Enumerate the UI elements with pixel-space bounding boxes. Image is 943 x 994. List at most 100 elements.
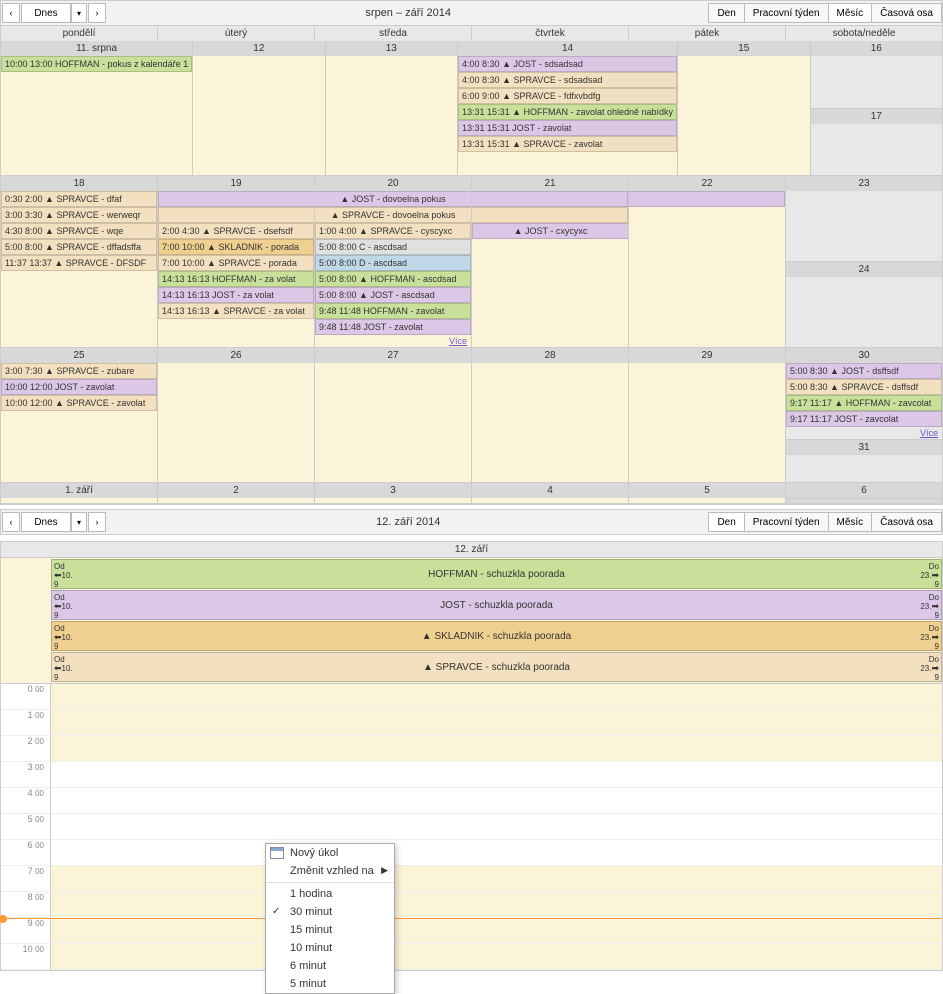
time-slot[interactable] xyxy=(51,814,942,840)
date-label[interactable]: 31 xyxy=(786,440,942,455)
day-view-workweek-button[interactable]: Pracovní týden xyxy=(744,512,829,532)
month-cell[interactable]: 5 xyxy=(629,483,786,504)
date-label[interactable]: 23 xyxy=(786,176,942,191)
calendar-event[interactable]: 14:13 16:13 HOFFMAN - za volat xyxy=(158,271,314,287)
day-today-dropdown[interactable]: ▾ xyxy=(71,512,87,532)
calendar-event[interactable]: 5:00 8:30 ▲ JOST - dsffsdf xyxy=(786,363,942,379)
month-cell[interactable]: 2 xyxy=(158,483,315,504)
view-timeline-button[interactable]: Časová osa xyxy=(871,3,942,23)
time-slot[interactable] xyxy=(51,918,942,944)
day-header-date[interactable]: 12. září xyxy=(1,541,942,558)
date-label[interactable] xyxy=(786,499,942,503)
more-link[interactable]: Více xyxy=(315,335,471,347)
month-cell[interactable]: 15 xyxy=(678,41,810,176)
month-cell[interactable]: 20▲ JOST - dovoelna pokus▲ SPRAVCE - dov… xyxy=(315,176,472,348)
calendar-event[interactable]: 11:37 13:37 ▲ SPRAVCE - DFSDF xyxy=(1,255,157,271)
calendar-event-span[interactable] xyxy=(472,207,628,223)
date-label[interactable]: 21 xyxy=(472,176,628,191)
date-label[interactable]: 28 xyxy=(472,348,628,363)
view-workweek-button[interactable]: Pracovní týden xyxy=(744,3,829,23)
date-label[interactable]: 11. srpna xyxy=(1,41,192,56)
calendar-event[interactable]: 10:00 12:00 JOST - zavolat xyxy=(1,379,157,395)
month-cell[interactable]: 23 24 xyxy=(786,176,942,348)
calendar-event[interactable]: 9:48 11:48 HOFFMAN - zavolat xyxy=(315,303,471,319)
date-label[interactable]: 27 xyxy=(315,348,471,363)
month-cell[interactable]: 6 xyxy=(786,483,942,504)
time-grid[interactable]: 0 001 002 003 004 005 006 007 008 009 00… xyxy=(1,684,942,970)
date-label[interactable]: 15 xyxy=(678,41,809,56)
calendar-event[interactable]: 4:00 8:30 ▲ JOST - sdsadsad xyxy=(458,56,677,72)
calendar-event[interactable]: 5:00 8:00 ▲ HOFFMAN - ascdsad xyxy=(315,271,471,287)
calendar-event[interactable]: 13:31 15:31 JOST - zavolat xyxy=(458,120,677,136)
calendar-event[interactable]: 2:00 4:30 ▲ SPRAVCE - dsefsdf xyxy=(158,223,314,239)
date-label[interactable]: 24 xyxy=(786,262,942,277)
month-cell[interactable]: 305:00 8:30 ▲ JOST - dsffsdf5:00 8:30 ▲ … xyxy=(786,348,942,483)
date-label[interactable]: 26 xyxy=(158,348,314,363)
calendar-event[interactable]: 5:00 8:00 D - ascdsad xyxy=(315,255,471,271)
date-label[interactable]: 13 xyxy=(326,41,457,56)
today-dropdown[interactable]: ▾ xyxy=(71,3,87,23)
today-button[interactable]: Dnes xyxy=(21,3,71,23)
calendar-event[interactable]: 10:00 13:00 HOFFMAN - pokus z kalendáře … xyxy=(1,56,192,72)
time-slot[interactable] xyxy=(51,892,942,918)
month-cell[interactable]: 144:00 8:30 ▲ JOST - sdsadsad4:00 8:30 ▲… xyxy=(458,41,678,176)
calendar-event[interactable]: 14:13 16:13 JOST - za volat xyxy=(158,287,314,303)
day-prev-button[interactable]: ‹ xyxy=(2,512,20,532)
allday-event[interactable]: Od⬅10.9▲ SPRAVCE - schuzkla pooradaDo23.… xyxy=(51,652,942,682)
context-menu[interactable]: Nový úkol Změnit vzhled na ▶ 1 hodina✓30… xyxy=(265,843,395,994)
ctx-interval-option[interactable]: 10 minut xyxy=(266,939,394,957)
date-label[interactable]: 18 xyxy=(1,176,157,191)
date-label[interactable]: 22 xyxy=(629,176,785,191)
calendar-event[interactable]: 7:00 10:00 ▲ SKLADNIK - porada xyxy=(158,239,314,255)
day-view-month-button[interactable]: Měsíc xyxy=(828,512,873,532)
calendar-event[interactable]: 3:00 3:30 ▲ SPRAVCE - werweqr xyxy=(1,207,157,223)
allday-event[interactable]: Od⬅10.9▲ SKLADNIK - schuzkla pooradaDo23… xyxy=(51,621,942,651)
calendar-event-span[interactable] xyxy=(472,191,628,207)
calendar-event[interactable]: 4:00 8:30 ▲ SPRAVCE - sdsadsad xyxy=(458,72,677,88)
date-label[interactable]: 17 xyxy=(811,109,942,124)
ctx-change-view[interactable]: Změnit vzhled na ▶ xyxy=(266,862,394,880)
calendar-event[interactable]: 13:31 15:31 ▲ SPRAVCE - zavolat xyxy=(458,136,677,152)
date-label[interactable]: 4 xyxy=(472,483,628,498)
calendar-event[interactable]: 10:00 12:00 ▲ SPRAVCE - zavolat xyxy=(1,395,157,411)
month-cell[interactable]: 12 xyxy=(193,41,325,176)
calendar-event[interactable]: 5:00 8:00 ▲ SPRAVCE - dffadsffa xyxy=(1,239,157,255)
time-slot[interactable] xyxy=(51,684,942,710)
date-label[interactable]: 2 xyxy=(158,483,314,498)
calendar-event-span[interactable]: ▲ JOST - dovoelna pokus xyxy=(315,191,471,207)
ctx-interval-option[interactable]: 6 minut xyxy=(266,957,394,975)
calendar-event[interactable]: 1:00 4:00 ▲ SPRAVCE - cyscyxc xyxy=(315,223,471,239)
month-cell[interactable]: 4 xyxy=(472,483,629,504)
calendar-event[interactable]: 9:17 11:17 JOST - zavcolat xyxy=(786,411,942,427)
month-cell[interactable]: 21 ▲ JOST - cxycyxc xyxy=(472,176,629,348)
calendar-event[interactable]: 9:17 11:17 ▲ HOFFMAN - zavcolat xyxy=(786,395,942,411)
date-label[interactable]: 30 xyxy=(786,348,942,363)
day-today-button[interactable]: Dnes xyxy=(21,512,71,532)
date-label[interactable]: 1. září xyxy=(1,483,157,498)
day-next-button[interactable]: › xyxy=(88,512,106,532)
month-cell[interactable]: 19 2:00 4:30 ▲ SPRAVCE - dsefsdf7:00 10:… xyxy=(158,176,315,348)
date-label[interactable]: 29 xyxy=(629,348,785,363)
time-slot[interactable] xyxy=(51,840,942,866)
date-label[interactable]: 25 xyxy=(1,348,157,363)
view-month-button[interactable]: Měsíc xyxy=(828,3,873,23)
month-cell[interactable]: 29 xyxy=(629,348,786,483)
month-cell[interactable]: 1617 xyxy=(811,41,942,176)
calendar-event-span[interactable] xyxy=(158,207,314,223)
date-label[interactable]: 5 xyxy=(629,483,785,498)
ctx-interval-option[interactable]: 5 minut xyxy=(266,975,394,993)
calendar-event[interactable]: 0:30 2:00 ▲ SPRAVCE - dfaf xyxy=(1,191,157,207)
time-slot[interactable] xyxy=(51,710,942,736)
calendar-event[interactable]: 6:00 9:00 ▲ SPRAVCE - fdfxvbdfg xyxy=(458,88,677,104)
month-cell[interactable]: 27 xyxy=(315,348,472,483)
allday-event[interactable]: Od⬅10.9JOST - schuzkla pooradaDo23.➡9 xyxy=(51,590,942,620)
calendar-event[interactable]: 9:48 11:48 JOST - zavolat xyxy=(315,319,471,335)
calendar-event-span[interactable] xyxy=(629,191,785,207)
month-cell[interactable]: 13 xyxy=(326,41,458,176)
next-button[interactable]: › xyxy=(88,3,106,23)
month-cell[interactable]: 11. srpna10:00 13:00 HOFFMAN - pokus z k… xyxy=(1,41,193,176)
calendar-event[interactable]: 14:13 16:13 ▲ SPRAVCE - za volat xyxy=(158,303,314,319)
date-label[interactable]: 20 xyxy=(315,176,471,191)
date-label[interactable]: 16 xyxy=(811,41,942,56)
calendar-event[interactable]: 5:00 8:30 ▲ SPRAVCE - dsffsdf xyxy=(786,379,942,395)
